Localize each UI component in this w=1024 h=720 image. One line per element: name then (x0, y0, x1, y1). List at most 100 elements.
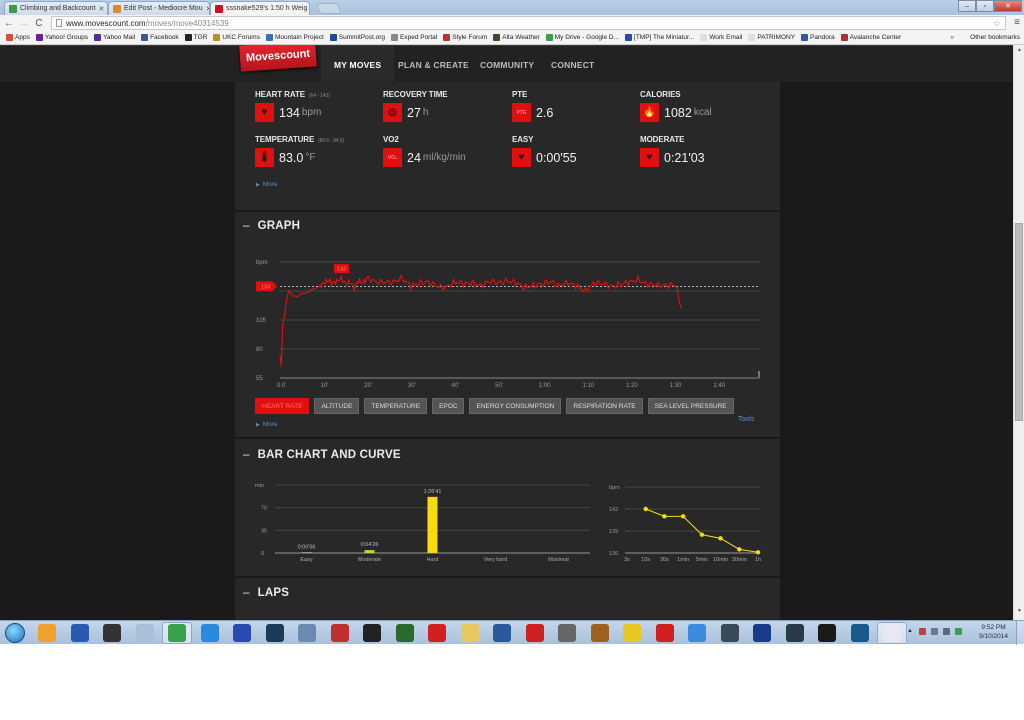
taskbar-app[interactable] (330, 621, 349, 645)
browser-tab[interactable]: Edit Post - Mediocre Mou ✕ (108, 1, 210, 15)
bookmark-item[interactable]: SummitPost.org (329, 34, 385, 41)
taskbar-app[interactable] (103, 621, 121, 645)
page-scrollbar[interactable]: ▲ ▼ (1013, 45, 1024, 620)
bookmark-item[interactable]: Yahoo Mail (94, 34, 135, 41)
tools-link[interactable]: Tools (738, 416, 754, 423)
expand-triangle-icon: ▶ (256, 181, 260, 188)
laps-panel: – LAPS (235, 578, 780, 620)
bookmark-item[interactable]: Alta Weather (493, 34, 540, 41)
flag-icon[interactable] (919, 628, 926, 635)
taskbar-app[interactable] (395, 621, 414, 645)
taskbar-app[interactable] (623, 621, 641, 645)
taskbar-app[interactable] (493, 621, 511, 645)
taskbar-app[interactable] (818, 621, 836, 645)
bookmark-item[interactable]: Pandora (801, 34, 835, 41)
address-bar[interactable]: www.movescount.com/moves/move40314539 ☆ (51, 16, 1006, 30)
tray-expand-icon[interactable]: ▲ (907, 628, 914, 635)
bookmark-item[interactable]: Exped Portal (391, 34, 437, 41)
close-tab-icon[interactable]: ✕ (203, 5, 209, 13)
taskbar-app[interactable] (363, 621, 381, 645)
graph-more-link[interactable]: ▶ More (256, 421, 278, 428)
taskbar-app[interactable] (850, 621, 869, 645)
clock[interactable]: 9:52 PM 9/10/2014 (979, 623, 1008, 641)
bookmarks-overflow-chevron[interactable]: » (950, 34, 954, 41)
taskbar-app[interactable] (200, 621, 219, 645)
volume-icon[interactable] (943, 628, 950, 635)
browser-tab-active[interactable]: sssnake529's 1:50 h Weig ✕ (210, 1, 310, 15)
taskbar-app[interactable] (877, 621, 907, 645)
network-icon[interactable] (931, 628, 938, 635)
taskbar-app[interactable] (720, 621, 739, 645)
peak-curve-point (662, 514, 667, 519)
minimize-button[interactable]: – (958, 0, 976, 12)
bookmark-item[interactable]: Style Forum (443, 34, 487, 41)
taskbar-app[interactable] (135, 621, 154, 645)
reload-button[interactable]: C (33, 18, 45, 29)
scroll-down-arrow[interactable]: ▼ (1014, 608, 1024, 618)
show-desktop-button[interactable] (1016, 621, 1024, 645)
series-tab-temperature[interactable]: TEMPERATURE (364, 398, 428, 414)
scrollbar-thumb[interactable] (1015, 223, 1023, 421)
nav-plan-create[interactable]: PLAN & CREATE (398, 46, 469, 83)
bookmark-item[interactable]: PATRIMONY (748, 34, 795, 41)
bookmark-item[interactable]: Yahoo! Groups (35, 34, 88, 41)
new-tab-button[interactable] (315, 3, 343, 14)
taskbar-app[interactable] (298, 621, 316, 645)
taskbar-app[interactable] (785, 621, 804, 645)
forward-button[interactable]: → (18, 18, 30, 29)
security-icon[interactable] (955, 628, 962, 635)
taskbar-app[interactable] (38, 621, 56, 645)
series-tab-respiration-rate[interactable]: RESPIRATION RATE (566, 398, 643, 414)
series-tab-sea-level-pressure[interactable]: SEA LEVEL PRESSURE (647, 398, 734, 414)
bookmark-item[interactable]: [TMP] The Miniatur... (625, 34, 694, 41)
taskbar-app[interactable] (590, 621, 609, 645)
series-tab-heart-rate[interactable]: HEART RATE (255, 398, 310, 414)
bookmark-item[interactable]: Work Email (700, 34, 742, 41)
bookmark-item[interactable]: Apps (6, 34, 30, 41)
taskbar-app[interactable] (428, 621, 446, 645)
close-window-button[interactable]: ✕ (994, 0, 1022, 12)
bookmark-item[interactable]: Avalanche Center (840, 34, 901, 41)
nav-my-moves[interactable]: MY MOVES (321, 46, 395, 83)
bookmark-item[interactable]: Mountain Project (265, 34, 324, 41)
movescount-logo[interactable]: Movescount (239, 45, 317, 72)
taskbar-app[interactable] (655, 621, 674, 645)
series-tab-epoc[interactable]: EPOC (432, 398, 465, 414)
taskbar-app[interactable] (688, 621, 706, 645)
bookmark-item[interactable]: My Drive - Google D... (545, 34, 619, 41)
ccleaner-icon (330, 624, 349, 642)
close-tab-icon[interactable]: ✕ (96, 5, 105, 13)
taskbar-app[interactable] (558, 621, 576, 645)
close-tab-icon[interactable]: ✕ (307, 5, 309, 13)
taskbar-app[interactable] (460, 621, 479, 645)
bookmark-label: TGR (193, 34, 208, 41)
x-tick-label: 1:20 (626, 383, 638, 389)
laps-section-header[interactable]: – LAPS (243, 587, 289, 599)
back-button[interactable]: ← (3, 18, 15, 29)
taskbar-app[interactable] (525, 621, 544, 645)
browser-tab[interactable]: Climbing and Backcount ✕ (4, 1, 108, 15)
series-tab-energy-consumption[interactable]: ENERGY CONSUMPTION (469, 398, 562, 414)
taskbar-app[interactable] (265, 621, 284, 645)
stats-more-link[interactable]: ▶ More (256, 181, 278, 188)
start-button[interactable] (5, 622, 25, 643)
stat-temperature: TEMPERATURE (80.6 - 94.5) 🌡 83.0 °F (255, 135, 344, 167)
nav-community[interactable]: COMMUNITY (480, 46, 534, 83)
bookmark-item[interactable]: Facebook (141, 34, 179, 41)
nav-connect[interactable]: CONNECT (551, 46, 594, 83)
bookmark-item[interactable]: TGR (184, 34, 208, 41)
stat-value: 0:00'55 (536, 150, 577, 165)
taskbar-app[interactable] (233, 621, 251, 645)
taskbar-app[interactable] (753, 621, 771, 645)
maximize-button[interactable]: ▫ (976, 0, 994, 12)
bookmark-star-icon[interactable]: ☆ (993, 18, 1001, 29)
taskbar-app[interactable] (162, 621, 192, 645)
taskbar-app[interactable] (70, 621, 89, 645)
scroll-up-arrow[interactable]: ▲ (1014, 47, 1024, 57)
other-bookmarks[interactable]: Other bookmarks (958, 34, 1020, 41)
series-tab-altitude[interactable]: ALTITUDE (314, 398, 360, 414)
heart-rate-chart[interactable]: bpm 55 80 105 0.0 10' 20' 30' 40' 50' 1:00 1:10 1:20… (235, 212, 780, 402)
bookmark-item[interactable]: UKC Forums (213, 34, 260, 41)
chrome-menu-icon[interactable]: ≡ (1014, 17, 1020, 28)
bar-data-label: 1:26'41 (424, 489, 442, 495)
